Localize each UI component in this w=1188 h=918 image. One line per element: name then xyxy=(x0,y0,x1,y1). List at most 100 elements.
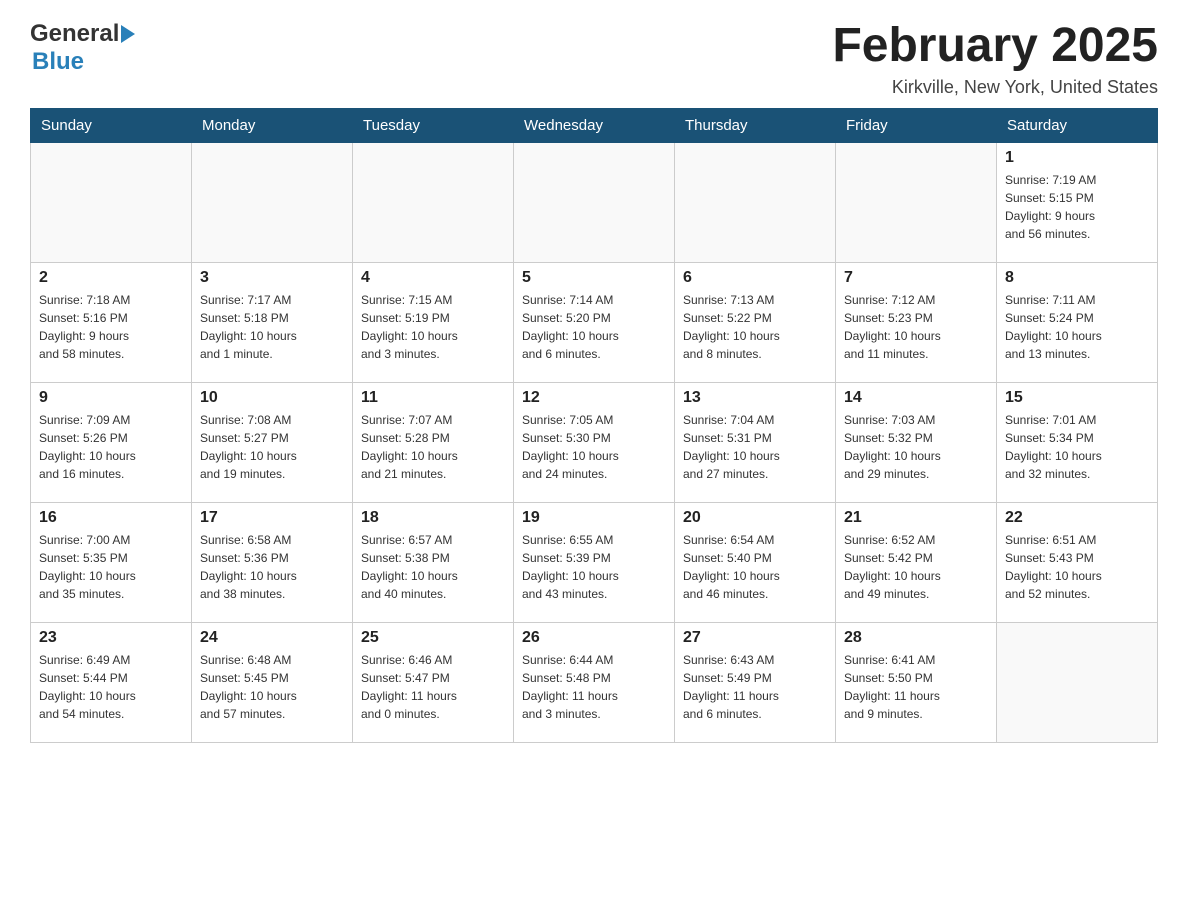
calendar-cell: 17 Sunrise: 6:58 AMSunset: 5:36 PMDayligh… xyxy=(192,502,353,622)
day-info: Sunrise: 7:11 AMSunset: 5:24 PMDaylight:… xyxy=(1005,291,1149,363)
day-number: 5 xyxy=(522,269,666,287)
day-info: Sunrise: 7:19 AMSunset: 5:15 PMDaylight:… xyxy=(1005,171,1149,243)
day-number: 24 xyxy=(200,629,344,647)
calendar-table: SundayMondayTuesdayWednesdayThursdayFrid… xyxy=(30,108,1158,743)
day-number: 7 xyxy=(844,269,988,287)
day-info: Sunrise: 7:09 AMSunset: 5:26 PMDaylight:… xyxy=(39,411,183,483)
calendar-cell: 1 Sunrise: 7:19 AMSunset: 5:15 PMDaylight… xyxy=(997,142,1158,262)
day-info: Sunrise: 7:08 AMSunset: 5:27 PMDaylight:… xyxy=(200,411,344,483)
logo-general-text: General xyxy=(30,20,119,48)
calendar-week-row: 23 Sunrise: 6:49 AMSunset: 5:44 PMDayligh… xyxy=(31,622,1158,742)
day-number: 22 xyxy=(1005,509,1149,527)
calendar-cell xyxy=(675,142,836,262)
day-number: 15 xyxy=(1005,389,1149,407)
calendar-week-row: 1 Sunrise: 7:19 AMSunset: 5:15 PMDaylight… xyxy=(31,142,1158,262)
calendar-cell: 3 Sunrise: 7:17 AMSunset: 5:18 PMDaylight… xyxy=(192,262,353,382)
day-info: Sunrise: 7:14 AMSunset: 5:20 PMDaylight:… xyxy=(522,291,666,363)
day-number: 8 xyxy=(1005,269,1149,287)
day-info: Sunrise: 6:44 AMSunset: 5:48 PMDaylight:… xyxy=(522,651,666,723)
day-info: Sunrise: 7:17 AMSunset: 5:18 PMDaylight:… xyxy=(200,291,344,363)
calendar-cell: 19 Sunrise: 6:55 AMSunset: 5:39 PMDayligh… xyxy=(514,502,675,622)
title-block: February 2025 Kirkville, New York, Unite… xyxy=(832,20,1158,98)
day-info: Sunrise: 6:54 AMSunset: 5:40 PMDaylight:… xyxy=(683,531,827,603)
calendar-cell: 20 Sunrise: 6:54 AMSunset: 5:40 PMDayligh… xyxy=(675,502,836,622)
day-info: Sunrise: 6:46 AMSunset: 5:47 PMDaylight:… xyxy=(361,651,505,723)
calendar-week-row: 16 Sunrise: 7:00 AMSunset: 5:35 PMDayligh… xyxy=(31,502,1158,622)
logo-triangle-icon xyxy=(121,25,135,43)
calendar-cell: 12Sunrise: 7:05 AMSunset: 5:30 PMDayligh… xyxy=(514,382,675,502)
location-subtitle: Kirkville, New York, United States xyxy=(832,77,1158,98)
day-number: 11 xyxy=(361,389,505,407)
day-number: 17 xyxy=(200,509,344,527)
day-info: Sunrise: 7:03 AMSunset: 5:32 PMDaylight:… xyxy=(844,411,988,483)
logo-blue-text: Blue xyxy=(32,48,84,76)
calendar-cell: 28 Sunrise: 6:41 AMSunset: 5:50 PMDayligh… xyxy=(836,622,997,742)
day-number: 27 xyxy=(683,629,827,647)
day-info: Sunrise: 7:18 AMSunset: 5:16 PMDaylight:… xyxy=(39,291,183,363)
day-number: 14 xyxy=(844,389,988,407)
day-info: Sunrise: 6:58 AMSunset: 5:36 PMDaylight:… xyxy=(200,531,344,603)
weekday-header-saturday: Saturday xyxy=(997,108,1158,142)
calendar-week-row: 9 Sunrise: 7:09 AMSunset: 5:26 PMDaylight… xyxy=(31,382,1158,502)
logo: General Blue xyxy=(30,20,135,76)
day-number: 16 xyxy=(39,509,183,527)
calendar-cell xyxy=(836,142,997,262)
weekday-header-tuesday: Tuesday xyxy=(353,108,514,142)
day-number: 2 xyxy=(39,269,183,287)
day-info: Sunrise: 6:57 AMSunset: 5:38 PMDaylight:… xyxy=(361,531,505,603)
day-info: Sunrise: 7:01 AMSunset: 5:34 PMDaylight:… xyxy=(1005,411,1149,483)
weekday-header-friday: Friday xyxy=(836,108,997,142)
calendar-cell: 23 Sunrise: 6:49 AMSunset: 5:44 PMDayligh… xyxy=(31,622,192,742)
page-header: General Blue February 2025 Kirkville, Ne… xyxy=(30,20,1158,98)
day-info: Sunrise: 6:48 AMSunset: 5:45 PMDaylight:… xyxy=(200,651,344,723)
day-number: 1 xyxy=(1005,149,1149,167)
day-info: Sunrise: 6:55 AMSunset: 5:39 PMDaylight:… xyxy=(522,531,666,603)
day-info: Sunrise: 6:43 AMSunset: 5:49 PMDaylight:… xyxy=(683,651,827,723)
day-info: Sunrise: 6:41 AMSunset: 5:50 PMDaylight:… xyxy=(844,651,988,723)
calendar-cell: 11 Sunrise: 7:07 AMSunset: 5:28 PMDayligh… xyxy=(353,382,514,502)
day-number: 28 xyxy=(844,629,988,647)
day-number: 25 xyxy=(361,629,505,647)
day-number: 9 xyxy=(39,389,183,407)
weekday-header-monday: Monday xyxy=(192,108,353,142)
day-number: 6 xyxy=(683,269,827,287)
calendar-cell: 18 Sunrise: 6:57 AMSunset: 5:38 PMDayligh… xyxy=(353,502,514,622)
weekday-header-sunday: Sunday xyxy=(31,108,192,142)
calendar-cell: 14 Sunrise: 7:03 AMSunset: 5:32 PMDayligh… xyxy=(836,382,997,502)
calendar-cell: 22Sunrise: 6:51 AMSunset: 5:43 PMDayligh… xyxy=(997,502,1158,622)
day-number: 26 xyxy=(522,629,666,647)
day-info: Sunrise: 7:15 AMSunset: 5:19 PMDaylight:… xyxy=(361,291,505,363)
calendar-cell: 6 Sunrise: 7:13 AMSunset: 5:22 PMDaylight… xyxy=(675,262,836,382)
calendar-cell: 24 Sunrise: 6:48 AMSunset: 5:45 PMDayligh… xyxy=(192,622,353,742)
calendar-cell: 4Sunrise: 7:15 AMSunset: 5:19 PMDaylight… xyxy=(353,262,514,382)
day-info: Sunrise: 6:52 AMSunset: 5:42 PMDaylight:… xyxy=(844,531,988,603)
day-number: 19 xyxy=(522,509,666,527)
calendar-week-row: 2 Sunrise: 7:18 AMSunset: 5:16 PMDaylight… xyxy=(31,262,1158,382)
day-info: Sunrise: 7:00 AMSunset: 5:35 PMDaylight:… xyxy=(39,531,183,603)
day-info: Sunrise: 7:13 AMSunset: 5:22 PMDaylight:… xyxy=(683,291,827,363)
day-info: Sunrise: 7:05 AMSunset: 5:30 PMDaylight:… xyxy=(522,411,666,483)
day-number: 23 xyxy=(39,629,183,647)
day-number: 20 xyxy=(683,509,827,527)
calendar-cell: 13 Sunrise: 7:04 AMSunset: 5:31 PMDayligh… xyxy=(675,382,836,502)
calendar-cell: 8 Sunrise: 7:11 AMSunset: 5:24 PMDaylight… xyxy=(997,262,1158,382)
day-info: Sunrise: 6:49 AMSunset: 5:44 PMDaylight:… xyxy=(39,651,183,723)
day-number: 3 xyxy=(200,269,344,287)
calendar-cell xyxy=(31,142,192,262)
weekday-header-thursday: Thursday xyxy=(675,108,836,142)
day-info: Sunrise: 7:04 AMSunset: 5:31 PMDaylight:… xyxy=(683,411,827,483)
calendar-cell: 5 Sunrise: 7:14 AMSunset: 5:20 PMDaylight… xyxy=(514,262,675,382)
calendar-cell xyxy=(192,142,353,262)
day-number: 13 xyxy=(683,389,827,407)
calendar-cell xyxy=(997,622,1158,742)
calendar-cell: 16 Sunrise: 7:00 AMSunset: 5:35 PMDayligh… xyxy=(31,502,192,622)
day-number: 21 xyxy=(844,509,988,527)
calendar-cell: 25 Sunrise: 6:46 AMSunset: 5:47 PMDayligh… xyxy=(353,622,514,742)
day-number: 18 xyxy=(361,509,505,527)
calendar-cell xyxy=(514,142,675,262)
calendar-cell: 26 Sunrise: 6:44 AMSunset: 5:48 PMDayligh… xyxy=(514,622,675,742)
calendar-cell: 15 Sunrise: 7:01 AMSunset: 5:34 PMDayligh… xyxy=(997,382,1158,502)
day-info: Sunrise: 7:07 AMSunset: 5:28 PMDaylight:… xyxy=(361,411,505,483)
day-number: 10 xyxy=(200,389,344,407)
weekday-header-wednesday: Wednesday xyxy=(514,108,675,142)
